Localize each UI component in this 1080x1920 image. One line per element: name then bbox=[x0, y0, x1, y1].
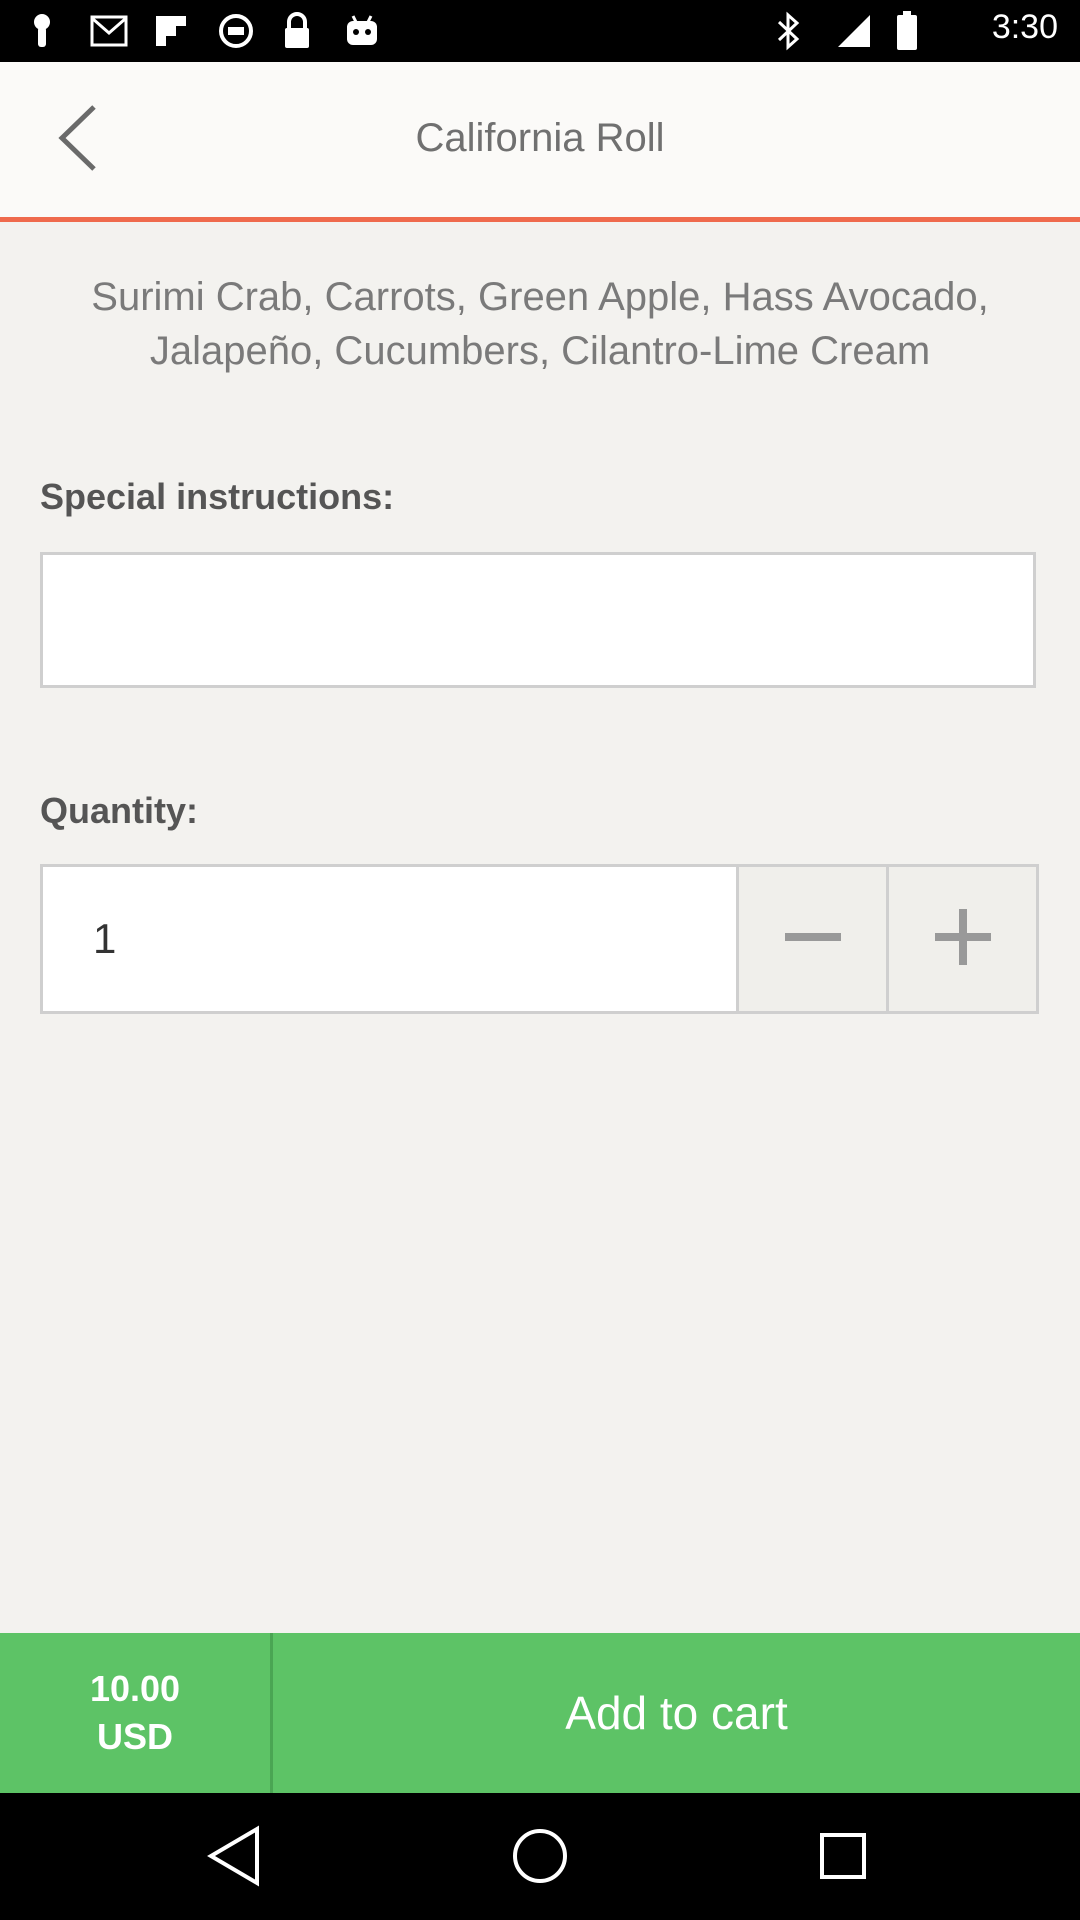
decrement-button[interactable] bbox=[736, 867, 886, 1011]
notification-icon bbox=[28, 10, 56, 52]
plus-icon bbox=[934, 908, 991, 970]
recents-nav-icon[interactable] bbox=[808, 1821, 878, 1891]
price-currency: USD bbox=[96, 1716, 173, 1757]
status-time: 3:30 bbox=[991, 8, 1058, 46]
battery-icon bbox=[896, 10, 918, 52]
quantity-label: Quantity: bbox=[40, 790, 198, 831]
quantity-stepper: 1 bbox=[40, 864, 1039, 1014]
signal-icon bbox=[836, 10, 872, 52]
status-bar: 3:30 bbox=[0, 0, 1080, 62]
increment-button[interactable] bbox=[886, 867, 1036, 1011]
add-to-cart-button[interactable]: Add to cart bbox=[273, 1633, 1080, 1793]
back-nav-icon[interactable] bbox=[200, 1821, 270, 1891]
checkout-bar: 10.00 USD Add to cart bbox=[0, 1633, 1080, 1793]
item-description: Surimi Crab, Carrots, Green Apple, Hass … bbox=[91, 275, 989, 373]
lock-icon bbox=[282, 10, 312, 52]
instructions-input[interactable] bbox=[40, 552, 1036, 688]
quantity-value[interactable]: 1 bbox=[43, 867, 736, 1011]
app-bar: California Roll bbox=[0, 62, 1080, 222]
bluetooth-icon bbox=[776, 10, 802, 52]
android-icon bbox=[344, 10, 380, 52]
price-display: 10.00 USD bbox=[0, 1633, 273, 1793]
sync-icon bbox=[218, 10, 254, 52]
minus-icon bbox=[784, 930, 841, 948]
instructions-label: Special instructions: bbox=[40, 476, 395, 517]
header-accent-line bbox=[0, 217, 1080, 222]
price-amount: 10.00 bbox=[89, 1668, 181, 1709]
system-nav-bar bbox=[0, 1793, 1080, 1920]
home-nav-icon[interactable] bbox=[505, 1821, 575, 1891]
gmail-icon bbox=[90, 10, 128, 52]
page-title: California Roll bbox=[415, 116, 665, 160]
flipboard-icon bbox=[154, 10, 188, 52]
